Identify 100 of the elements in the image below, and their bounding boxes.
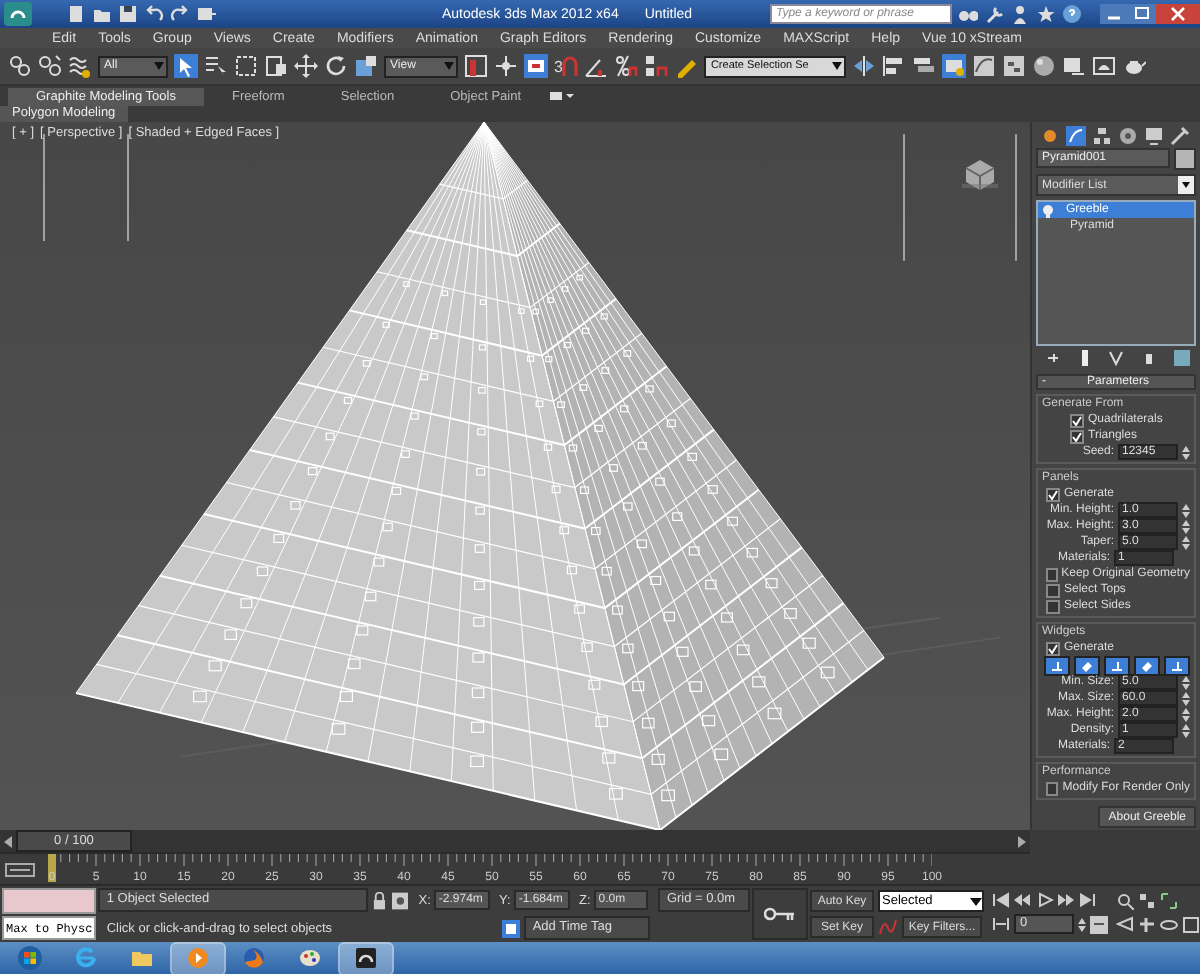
align-icon[interactable] (882, 54, 907, 78)
mirror-icon[interactable] (852, 54, 877, 78)
go-to-end-icon[interactable] (1080, 892, 1098, 908)
manipulate-icon[interactable] (494, 54, 518, 78)
object-color-swatch[interactable] (1174, 148, 1196, 171)
widget-type-button[interactable] (1163, 655, 1189, 676)
schematic-icon[interactable] (1002, 54, 1027, 78)
go-to-start-icon[interactable] (992, 892, 1010, 908)
create-icon[interactable] (1040, 125, 1060, 146)
rotate-icon[interactable] (324, 54, 348, 78)
move-icon[interactable] (294, 54, 318, 78)
spinner-arrows-icon[interactable] (1182, 445, 1190, 460)
checkbox[interactable] (1046, 583, 1060, 598)
view-cube-icon[interactable] (962, 158, 998, 190)
checkbox[interactable] (1046, 487, 1060, 502)
key-mode-icon[interactable] (992, 916, 1010, 932)
configure-sets-icon[interactable] (1171, 347, 1189, 368)
absolute-mode-icon[interactable] (391, 891, 409, 909)
hierarchy-icon[interactable] (1092, 125, 1112, 146)
window-crossing-icon[interactable] (264, 54, 288, 78)
spinner-arrows-icon[interactable] (1078, 917, 1086, 931)
spinner-arrows-icon[interactable] (1182, 707, 1190, 722)
ribbon-options-icon[interactable] (549, 90, 574, 102)
spinner-arrows-icon[interactable] (1182, 519, 1190, 534)
previous-key-icon[interactable] (1014, 892, 1032, 908)
utilities-icon[interactable] (1170, 125, 1190, 146)
minimize-icon[interactable] (1100, 4, 1128, 24)
widget-type-button[interactable] (1043, 655, 1069, 676)
widget-type-button[interactable] (1073, 655, 1099, 676)
orbit-icon[interactable] (1160, 916, 1178, 934)
globe-icon (242, 946, 266, 970)
select-object-icon[interactable] (174, 54, 198, 78)
zoom-icon[interactable] (1116, 892, 1134, 910)
key-icon[interactable] (764, 906, 797, 922)
link-icon[interactable] (8, 54, 32, 78)
help-icon[interactable] (1062, 4, 1082, 24)
zoom-all-icon[interactable] (1138, 892, 1156, 910)
checkbox[interactable] (1070, 413, 1084, 428)
unlink-icon[interactable] (38, 54, 62, 78)
time-tag-icon[interactable] (502, 919, 521, 937)
folder-icon (130, 946, 154, 970)
maximize-icon[interactable] (1128, 4, 1156, 24)
modify-icon[interactable] (1066, 125, 1086, 146)
person-icon[interactable] (1010, 4, 1030, 24)
spinner-arrows-icon[interactable] (1182, 675, 1190, 690)
maximize-viewport-icon[interactable] (1182, 916, 1200, 934)
pan-icon[interactable] (1138, 916, 1156, 934)
curve-editor-icon[interactable] (972, 54, 997, 78)
app-logo-icon[interactable] (4, 2, 32, 26)
taskbar-button[interactable] (340, 943, 392, 973)
scale-icon[interactable] (354, 54, 378, 78)
spinner-arrows-icon[interactable] (1182, 503, 1190, 518)
lock-icon[interactable] (372, 891, 388, 909)
spinner-arrows-icon[interactable] (1182, 691, 1190, 706)
edit-selection-icon[interactable] (674, 54, 699, 78)
close-icon[interactable] (1156, 4, 1200, 24)
redo-icon[interactable] (170, 4, 190, 24)
spinner-snap-icon[interactable] (644, 54, 669, 78)
space-warp-icon[interactable] (68, 54, 92, 78)
material-editor-icon[interactable] (1032, 54, 1057, 78)
open-folder-icon[interactable] (92, 4, 112, 24)
time-configuration-icon[interactable] (1090, 915, 1108, 933)
script-listener-field[interactable] (2, 888, 97, 913)
motion-icon[interactable] (1118, 125, 1138, 146)
region-select-icon[interactable] (234, 54, 258, 78)
display-icon[interactable] (1144, 125, 1164, 146)
undo-icon[interactable] (144, 4, 164, 24)
checkbox[interactable] (1046, 641, 1060, 656)
frame-marker-icon[interactable] (48, 854, 56, 882)
checkbox[interactable] (1070, 429, 1084, 444)
pivot-icon[interactable] (464, 54, 488, 78)
checkbox[interactable] (1046, 781, 1059, 796)
project-folder-icon[interactable] (196, 4, 216, 24)
render-setup-icon[interactable] (1062, 54, 1087, 78)
brush-icon (1079, 659, 1093, 672)
layers-icon[interactable] (912, 54, 937, 78)
keyboard-shortcut-icon[interactable] (524, 54, 548, 78)
ribbon-toggle-icon[interactable] (942, 54, 967, 78)
rendered-frame-icon[interactable] (1092, 54, 1117, 78)
new-file-icon[interactable] (66, 4, 86, 24)
media-player-icon (186, 946, 210, 970)
field-of-view-icon[interactable] (1116, 916, 1134, 934)
play-icon[interactable] (1036, 892, 1054, 908)
widget-type-button[interactable] (1133, 655, 1159, 676)
wrench-icon[interactable] (984, 4, 1004, 24)
save-icon[interactable] (118, 4, 138, 24)
spinner-arrows-icon[interactable] (1182, 535, 1190, 550)
checkbox[interactable] (1046, 567, 1058, 582)
star-icon[interactable] (1036, 4, 1056, 24)
widget-type-button[interactable] (1103, 655, 1129, 676)
percent-snap-icon[interactable] (614, 54, 639, 78)
max-app-icon (354, 946, 378, 970)
make-unique-icon[interactable] (1107, 347, 1125, 368)
snap-toggle[interactable]: 3 (554, 56, 579, 76)
checkbox[interactable] (1046, 599, 1060, 614)
select-by-name-icon[interactable] (204, 54, 228, 78)
next-key-icon[interactable] (1058, 892, 1076, 908)
angle-snap-icon[interactable] (584, 54, 609, 78)
spinner-arrows-icon[interactable] (1182, 723, 1190, 738)
zoom-extents-icon[interactable] (1160, 892, 1178, 910)
